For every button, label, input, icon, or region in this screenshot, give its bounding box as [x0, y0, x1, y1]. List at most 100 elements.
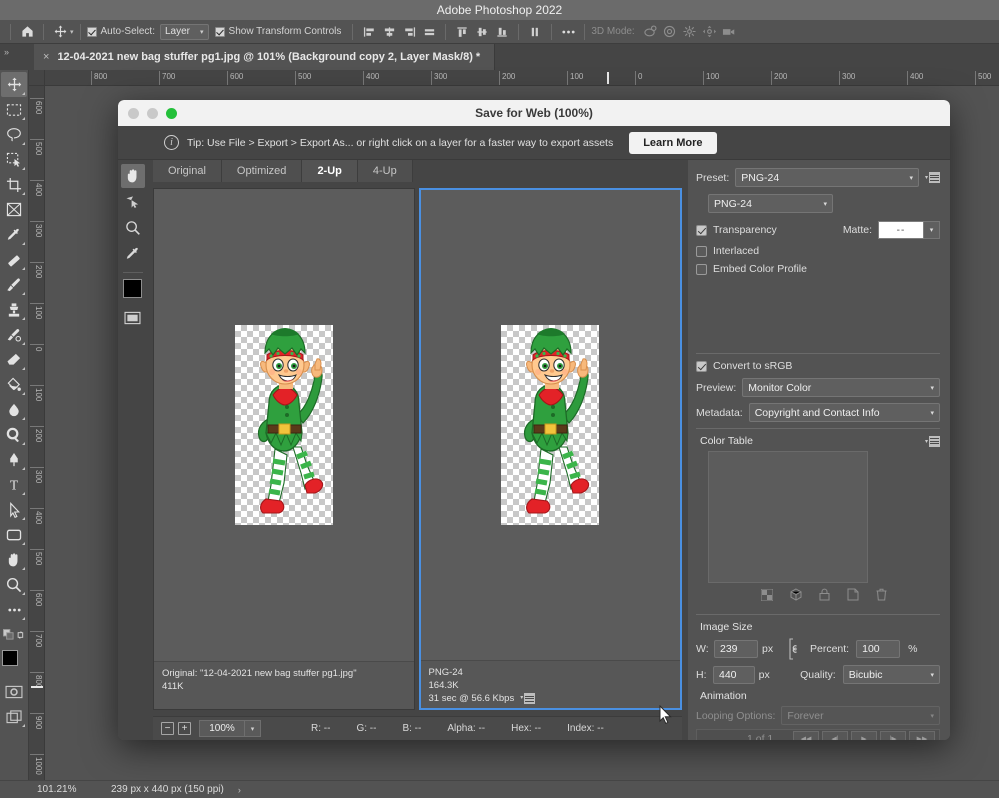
lasso-icon[interactable] — [1, 122, 27, 147]
slice-select-icon[interactable] — [121, 190, 145, 214]
eyedropper-color-swatch[interactable] — [123, 279, 142, 298]
toggle-slices-icon[interactable] — [121, 306, 145, 330]
pane-optimized-canvas[interactable] — [421, 190, 681, 660]
screen-mode-icon[interactable] — [1, 704, 27, 729]
status-zoom[interactable]: 101.21% — [29, 784, 101, 795]
move-tool-caret[interactable]: ▾ — [70, 28, 74, 36]
width-input[interactable]: 239 — [714, 640, 758, 658]
color-table-panel-menu-icon[interactable]: ▾ — [925, 436, 940, 447]
matte-color-field[interactable]: -- — [878, 221, 924, 239]
align-right-icon[interactable] — [399, 23, 419, 41]
trash-icon[interactable] — [876, 588, 887, 606]
object-select-icon[interactable] — [1, 147, 27, 172]
auto-select-checkbox[interactable] — [87, 27, 97, 37]
percent-input[interactable]: 100 — [856, 640, 900, 658]
eyedropper-tool-icon[interactable] — [121, 242, 145, 266]
orbit-3d-icon[interactable] — [640, 23, 660, 41]
format-dropdown[interactable]: PNG-24 ▾ — [708, 194, 833, 213]
prev-frame-icon[interactable]: ◀| — [822, 731, 848, 740]
auto-select-dropdown[interactable]: Layer ▾ — [160, 24, 209, 40]
metadata-dropdown[interactable]: Copyright and Contact Info ▾ — [749, 403, 940, 422]
tab-optimized[interactable]: Optimized — [222, 160, 303, 182]
eyedropper-icon[interactable] — [1, 222, 27, 247]
move-tool-icon[interactable] — [1, 72, 27, 97]
web-shift-icon[interactable] — [790, 588, 802, 606]
embed-color-profile-checkbox[interactable] — [696, 264, 707, 275]
zoom-dropdown-icon[interactable]: ▾ — [245, 720, 261, 737]
pane-optimized[interactable]: PNG-24 164.3K 31 sec @ 56.6 Kbps ▾ — [419, 188, 683, 710]
tab-4-up[interactable]: 4-Up — [358, 160, 413, 182]
preview-dropdown[interactable]: Monitor Color ▾ — [742, 378, 940, 397]
zoom-value-field[interactable]: 100% — [199, 720, 245, 737]
zoom-icon[interactable] — [1, 572, 27, 597]
eraser-icon[interactable] — [1, 347, 27, 372]
interlaced-checkbox[interactable] — [696, 246, 707, 257]
tab-original[interactable]: Original — [153, 160, 222, 182]
link-chain-icon[interactable] — [786, 638, 802, 660]
convert-to-srgb-checkbox[interactable] — [696, 361, 707, 372]
tab-2-up[interactable]: 2-Up — [302, 160, 357, 182]
shape-icon[interactable] — [1, 522, 27, 547]
vertical-ruler[interactable]: 6005004003002001000100200300400500600700… — [29, 86, 45, 780]
lock-icon[interactable] — [819, 588, 830, 606]
expand-panels-icon[interactable]: » — [4, 47, 9, 57]
color-swatches[interactable] — [1, 649, 27, 677]
play-icon[interactable]: ▶ — [851, 731, 877, 740]
preset-panel-menu-icon[interactable]: ▾ — [925, 172, 940, 183]
transparency-checkbox[interactable] — [696, 225, 707, 236]
first-frame-icon[interactable]: ◀◀ — [793, 731, 819, 740]
dodge-icon[interactable] — [1, 422, 27, 447]
history-brush-icon[interactable] — [1, 322, 27, 347]
foreground-color-swatch[interactable] — [2, 650, 18, 666]
learn-more-button[interactable]: Learn More — [629, 132, 716, 154]
more-tools-icon[interactable] — [1, 597, 27, 622]
pan-3d-icon[interactable] — [680, 23, 700, 41]
align-left-icon[interactable] — [359, 23, 379, 41]
path-select-icon[interactable] — [1, 497, 27, 522]
distribute-v-icon[interactable] — [525, 23, 545, 41]
show-transform-checkbox[interactable] — [215, 27, 225, 37]
home-icon[interactable] — [17, 23, 37, 41]
pane-original-canvas[interactable] — [154, 189, 414, 661]
rectangular-marquee-icon[interactable] — [1, 97, 27, 122]
align-middle-v-icon[interactable] — [472, 23, 492, 41]
zoom-in-button[interactable]: + — [178, 722, 191, 735]
pane-menu-icon[interactable]: ▾ — [520, 692, 535, 705]
height-input[interactable]: 440 — [713, 666, 755, 684]
slide-3d-icon[interactable] — [700, 23, 720, 41]
type-icon[interactable]: T — [1, 472, 27, 497]
zoom-tool-icon[interactable] — [121, 216, 145, 240]
quality-dropdown[interactable]: Bicubic ▾ — [843, 665, 940, 684]
preset-dropdown[interactable]: PNG-24 ▾ — [735, 168, 919, 187]
hand-icon[interactable] — [1, 547, 27, 572]
blur-icon[interactable] — [1, 397, 27, 422]
last-frame-icon[interactable]: ▶▶ — [909, 731, 935, 740]
close-icon[interactable]: × — [43, 51, 49, 63]
distribute-h-icon[interactable] — [419, 23, 439, 41]
zoom-out-button[interactable]: − — [161, 722, 174, 735]
move-tool-icon[interactable] — [50, 23, 70, 41]
frame-icon[interactable] — [1, 197, 27, 222]
align-bottom-icon[interactable] — [492, 23, 512, 41]
matte-dropdown-icon[interactable]: ▾ — [924, 221, 940, 239]
color-table-swatches[interactable] — [708, 451, 868, 583]
roll-3d-icon[interactable] — [660, 23, 680, 41]
document-tab[interactable]: × 12-04-2021 new bag stuffer pg1.jpg @ 1… — [34, 44, 495, 70]
status-expand-icon[interactable]: › — [224, 785, 241, 795]
next-frame-icon[interactable]: |▶ — [880, 731, 906, 740]
align-center-h-icon[interactable] — [379, 23, 399, 41]
pane-original[interactable]: Original: "12-04-2021 new bag stuffer pg… — [153, 188, 415, 710]
crop-icon[interactable] — [1, 172, 27, 197]
brush-icon[interactable] — [1, 272, 27, 297]
more-options-icon[interactable] — [558, 23, 578, 41]
new-color-icon[interactable] — [847, 588, 859, 606]
default-colors-icon[interactable] — [1, 622, 27, 647]
camera-3d-icon[interactable] — [720, 23, 740, 41]
gradient-icon[interactable] — [1, 372, 27, 397]
pen-icon[interactable] — [1, 447, 27, 472]
looping-options-dropdown[interactable]: Forever ▾ — [781, 706, 940, 725]
clone-stamp-icon[interactable] — [1, 297, 27, 322]
healing-brush-icon[interactable] — [1, 247, 27, 272]
align-top-icon[interactable] — [452, 23, 472, 41]
transparency-swatch-icon[interactable] — [761, 588, 773, 606]
